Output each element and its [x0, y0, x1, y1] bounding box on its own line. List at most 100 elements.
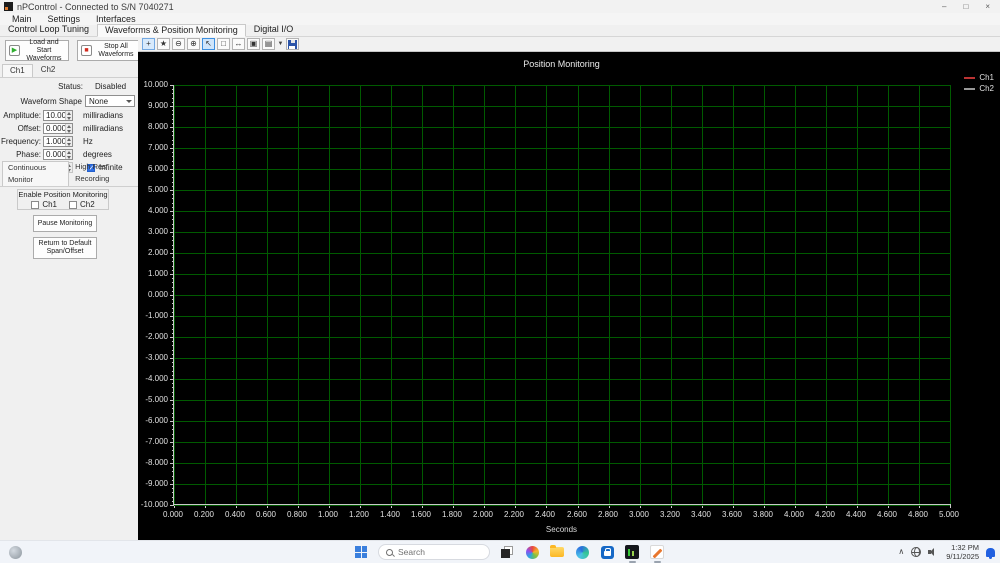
npcontrol-app-button[interactable] [624, 543, 640, 563]
y-axis-minor-tick [172, 261, 174, 263]
spinner-frequency [65, 137, 72, 146]
y-axis-minor-tick [172, 156, 174, 158]
file-explorer-icon [550, 545, 564, 557]
field-input-frequency[interactable]: 1.000 [43, 136, 73, 147]
load-start-button[interactable]: ▶ Load and Start Waveforms [5, 38, 69, 62]
volume-icon[interactable] [928, 547, 939, 557]
x-tick-label: 4.000 [783, 510, 805, 519]
copy-options-dropdown[interactable]: ▼ [277, 38, 284, 50]
plot-area[interactable] [170, 85, 951, 508]
return-default-button[interactable]: Return to Default Span/Offset [33, 237, 97, 259]
save-chart-button[interactable] [286, 38, 299, 50]
spin-down-button[interactable] [66, 142, 72, 147]
y-axis-minor-tick [172, 114, 174, 116]
waveform-shape-dropdown[interactable]: None [85, 95, 135, 107]
y-axis-minor-tick [172, 139, 174, 141]
y-axis-minor-tick [172, 219, 174, 221]
spin-down-button[interactable] [66, 155, 72, 160]
chart-title: Position Monitoring [523, 59, 600, 69]
status-value: Disabled [95, 82, 127, 91]
y-tick-label: -5.000 [145, 395, 168, 404]
zoom-in-button[interactable]: ⊕ [187, 38, 200, 50]
channel-tab-ch1[interactable]: Ch1 [2, 64, 33, 78]
grid-line-horizontal [174, 169, 950, 170]
y-axis-minor-tick [172, 185, 174, 187]
y-axis-minor-tick [172, 206, 174, 208]
y-axis-minor-tick [172, 290, 174, 292]
y-axis-minor-tick [172, 408, 174, 410]
y-axis-labels: 10.000 9.000 8.000 7.000 6.000 5.000 4.000 3.00… [138, 81, 171, 509]
tray-chevron-icon[interactable]: ∧ [898, 548, 904, 556]
chart-area: + ★ ⊖ ⊕ ↖ □ ↔ ▣ ▤ ▼ Position Monitoring Ch1 Ch2 10… [138, 37, 1000, 540]
play-icon: ▶ [9, 45, 20, 56]
monitor-checkbox-ch2[interactable] [69, 200, 77, 209]
channel-tab-ch2[interactable]: Ch2 [33, 63, 64, 77]
monitor-tab-high-res-recording[interactable]: High Res Recording [69, 160, 138, 186]
copy-chart-button[interactable]: ▤ [262, 38, 275, 50]
fit-horizontal-button[interactable]: ↔ [232, 38, 245, 50]
y-axis-minor-tick [172, 152, 174, 154]
y-axis-minor-tick [172, 488, 174, 490]
store-button[interactable] [599, 543, 615, 561]
task-view-button[interactable] [499, 543, 515, 561]
maximize-button[interactable]: □ [963, 0, 968, 13]
search-input[interactable]: Search [378, 544, 490, 560]
field-row-frequency: Frequency: 1.000 Hz [0, 136, 138, 147]
network-icon[interactable] [911, 547, 922, 557]
chart-properties-button[interactable]: ▣ [247, 38, 260, 50]
monitor-checkbox-label-ch2: Ch2 [80, 200, 95, 209]
load-start-label: Load and Start Waveforms [26, 38, 62, 62]
edge-button[interactable] [574, 543, 590, 561]
window-title: nPControl - Connected to S/N 7040271 [17, 1, 174, 12]
y-axis-minor-tick [172, 416, 174, 418]
x-tick-label: 4.400 [845, 510, 867, 519]
y-axis-minor-tick [172, 202, 174, 204]
y-axis-minor-tick [172, 374, 174, 376]
y-axis-minor-tick [172, 160, 174, 162]
start-button[interactable] [353, 543, 369, 561]
tab-waveforms-position-monitoring[interactable]: Waveforms & Position Monitoring [97, 24, 246, 37]
pan-tool-button[interactable]: + [142, 38, 155, 50]
legend-line-swatch-ch1 [964, 77, 976, 79]
y-axis-minor-tick [172, 173, 174, 175]
monitor-tab-continuous-monitor[interactable]: Continuous Monitor [2, 161, 70, 187]
y-axis-minor-tick [172, 383, 174, 385]
y-axis-minor-tick [172, 269, 174, 271]
y-axis-minor-tick [172, 143, 174, 145]
chart-properties-icon: ▣ [249, 39, 258, 48]
field-input-phase[interactable]: 0.000 [43, 149, 73, 160]
y-axis-minor-tick [172, 437, 174, 439]
copilot-button[interactable] [524, 543, 540, 561]
y-axis-minor-tick [172, 492, 174, 494]
file-explorer-button[interactable] [549, 543, 565, 561]
y-axis-minor-tick [172, 429, 174, 431]
stop-all-button[interactable]: ■ Stop All Waveforms [77, 40, 141, 61]
npcontrol-app-icon [625, 545, 639, 559]
monitor-checkbox-ch1[interactable] [31, 200, 40, 209]
x-tick-label: 4.600 [876, 510, 898, 519]
spin-down-button[interactable] [66, 129, 72, 134]
close-button[interactable]: × [985, 0, 990, 13]
notification-bell-icon[interactable] [986, 547, 995, 559]
tab-control-loop-tuning[interactable]: Control Loop Tuning [0, 23, 97, 36]
pen-app-button[interactable] [649, 543, 665, 563]
taskbar-clock[interactable]: 1:32 PM 9/11/2025 [946, 543, 979, 561]
taskbar-tray: ∧ 1:32 PM 9/11/2025 [898, 541, 995, 563]
y-tick-label: 3.000 [147, 227, 168, 236]
weather-icon[interactable] [9, 546, 22, 559]
y-tick-label: 8.000 [147, 122, 168, 131]
x-tick-label: 0.600 [255, 510, 277, 519]
zoom-out-button[interactable]: ⊖ [172, 38, 185, 50]
box-zoom-button[interactable]: □ [217, 38, 230, 50]
field-input-offset[interactable]: 0.000 [43, 123, 73, 134]
field-input-amplitude[interactable]: 10.000 [43, 110, 73, 121]
tracker-tool-button[interactable]: ★ [157, 38, 170, 50]
cursor-tool-button[interactable]: ↖ [202, 38, 215, 50]
spin-down-button[interactable] [66, 116, 72, 121]
pause-monitoring-button[interactable]: Pause Monitoring [33, 215, 97, 232]
field-value-frequency: 1.000 [46, 137, 65, 146]
minimize-button[interactable]: – [942, 0, 946, 13]
app-icon [4, 2, 13, 11]
y-axis-minor-tick [172, 299, 174, 301]
tab-digital-i-o[interactable]: Digital I/O [246, 23, 302, 36]
